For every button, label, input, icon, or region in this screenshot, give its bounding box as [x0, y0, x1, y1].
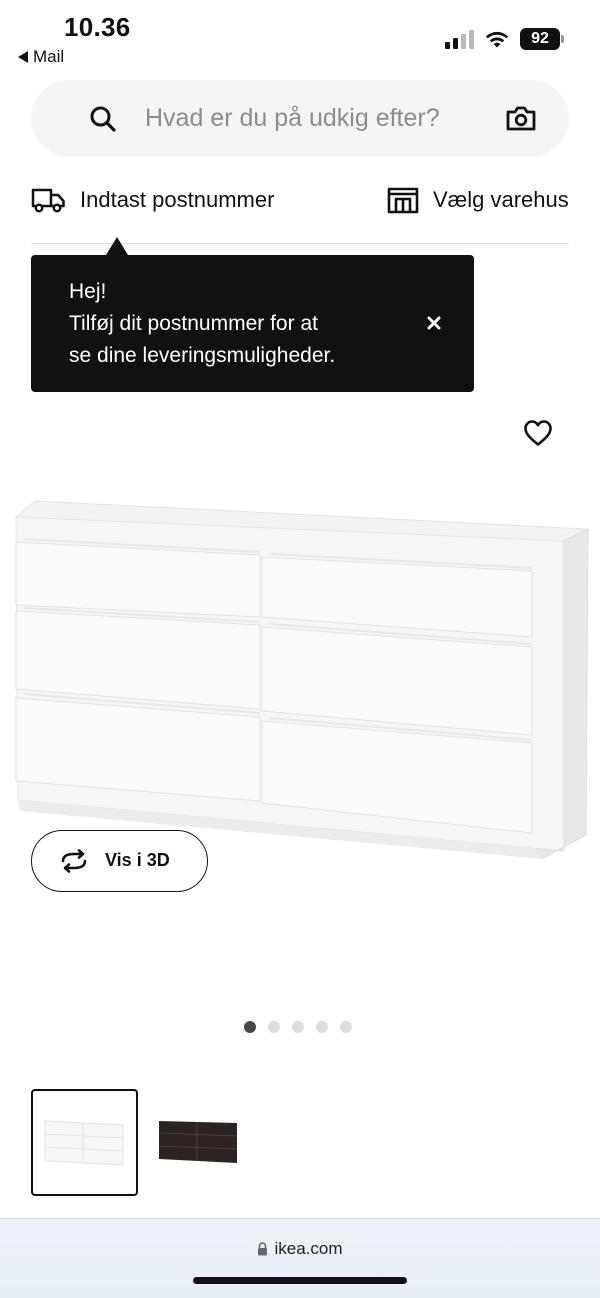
- rotate-3d-icon: [58, 849, 90, 873]
- back-app-label: Mail: [33, 47, 65, 66]
- enter-postcode-link[interactable]: Indtast postnummer: [31, 186, 274, 214]
- store-label: Vælg varehus: [433, 187, 569, 212]
- close-icon[interactable]: [427, 316, 441, 330]
- camera-icon[interactable]: [505, 104, 537, 132]
- variant-thumbnail-white[interactable]: [31, 1089, 138, 1196]
- postcode-tooltip: Hej! Tilføj dit postnummer for at se din…: [31, 237, 474, 392]
- carousel-dot[interactable]: [340, 1021, 352, 1033]
- choose-store-link[interactable]: Vælg varehus: [387, 186, 569, 214]
- view-in-3d-button[interactable]: Vis i 3D: [31, 830, 208, 892]
- back-to-mail-link[interactable]: Mail: [18, 47, 64, 67]
- search-input[interactable]: Hvad er du på udkig efter?: [145, 104, 440, 133]
- url-display[interactable]: ikea.com: [0, 1239, 600, 1259]
- tooltip-line-1: Hej!: [69, 280, 107, 303]
- tooltip-line-3: se dine leveringsmuligheder.: [69, 344, 336, 367]
- home-indicator[interactable]: [193, 1277, 407, 1284]
- image-carousel-dots[interactable]: [244, 1021, 352, 1033]
- carousel-dot[interactable]: [244, 1021, 256, 1033]
- lock-icon: [258, 1242, 268, 1256]
- heart-icon[interactable]: [523, 419, 553, 447]
- view-in-3d-label: Vis i 3D: [105, 850, 170, 870]
- white-dresser-thumbnail: [44, 1119, 123, 1166]
- carousel-dot[interactable]: [268, 1021, 280, 1033]
- tooltip-line-2: Tilføj dit postnummer for at: [69, 312, 318, 335]
- dark-dresser-thumbnail: [158, 1120, 237, 1163]
- variant-thumbnail-black-brown[interactable]: [145, 1089, 252, 1196]
- wifi-icon: [485, 31, 509, 48]
- status-indicators: 92: [445, 28, 564, 50]
- cellular-signal-icon: [445, 29, 474, 49]
- search-icon[interactable]: [89, 105, 117, 133]
- carousel-dot[interactable]: [316, 1021, 328, 1033]
- store-icon: [387, 186, 419, 214]
- search-bar[interactable]: Hvad er du på udkig efter?: [31, 80, 569, 157]
- browser-address-bar[interactable]: ikea.com: [0, 1218, 600, 1298]
- truck-icon: [31, 186, 66, 214]
- product-image[interactable]: [10, 495, 590, 865]
- url-text: ikea.com: [274, 1239, 343, 1258]
- battery-indicator: 92: [520, 28, 564, 50]
- status-time: 10.36: [64, 12, 131, 42]
- postcode-label: Indtast postnummer: [80, 187, 275, 212]
- carousel-dot[interactable]: [292, 1021, 304, 1033]
- back-triangle-icon: [18, 51, 28, 63]
